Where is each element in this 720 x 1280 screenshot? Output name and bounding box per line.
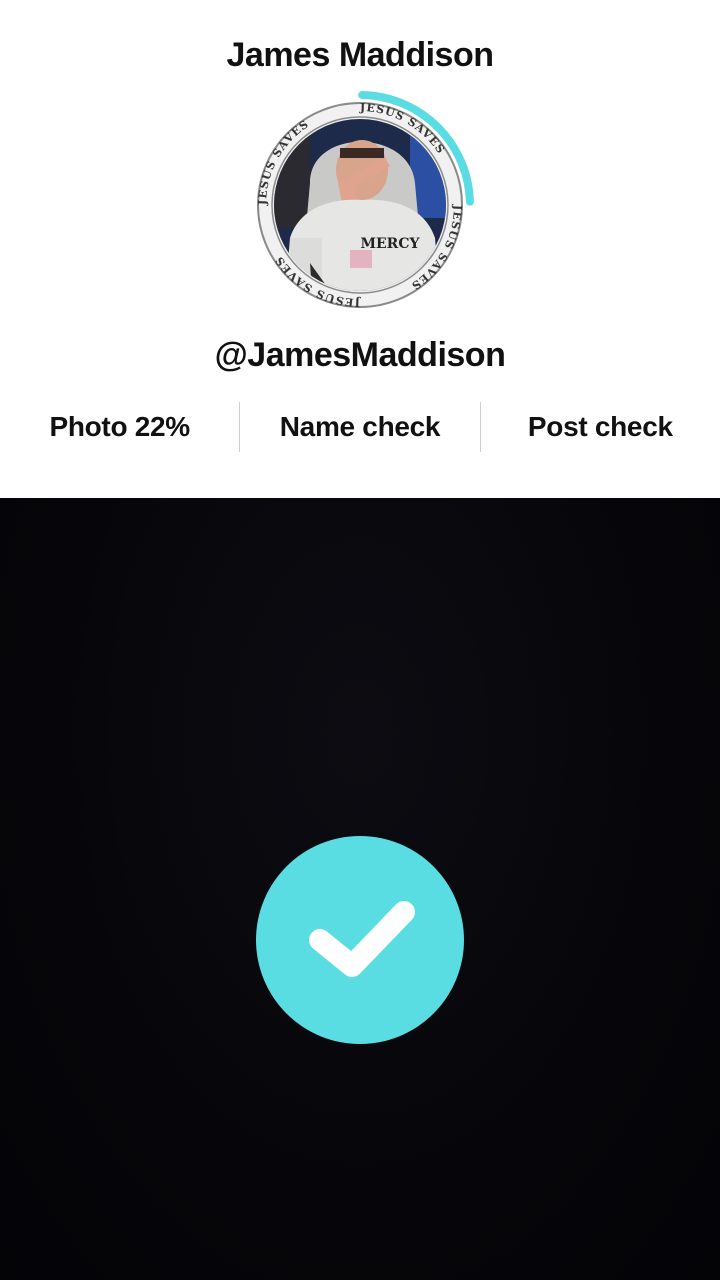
photo-check-label[interactable]: Photo 22% [0, 402, 239, 452]
avatar: JESUS SAVES JESUS SAVES JESUS SAVES JESU… [256, 91, 474, 309]
verified-badge[interactable] [256, 836, 464, 1044]
avatar-container[interactable]: JESUS SAVES JESUS SAVES JESUS SAVES JESU… [250, 88, 480, 318]
post-check-label[interactable]: Post check [481, 402, 720, 452]
page: James Maddison JESUS SAVES JESUS SAVES J… [0, 0, 720, 1280]
profile-panel: James Maddison JESUS SAVES JESUS SAVES J… [0, 0, 720, 498]
shirt-text: MERCY [361, 236, 421, 252]
check-icon [256, 836, 464, 1044]
username: @JamesMaddison [214, 336, 506, 374]
name-check-label[interactable]: Name check [240, 402, 479, 452]
display-name: James Maddison [226, 36, 494, 74]
check-status-bar: Photo 22% Name check Post check [0, 402, 720, 452]
